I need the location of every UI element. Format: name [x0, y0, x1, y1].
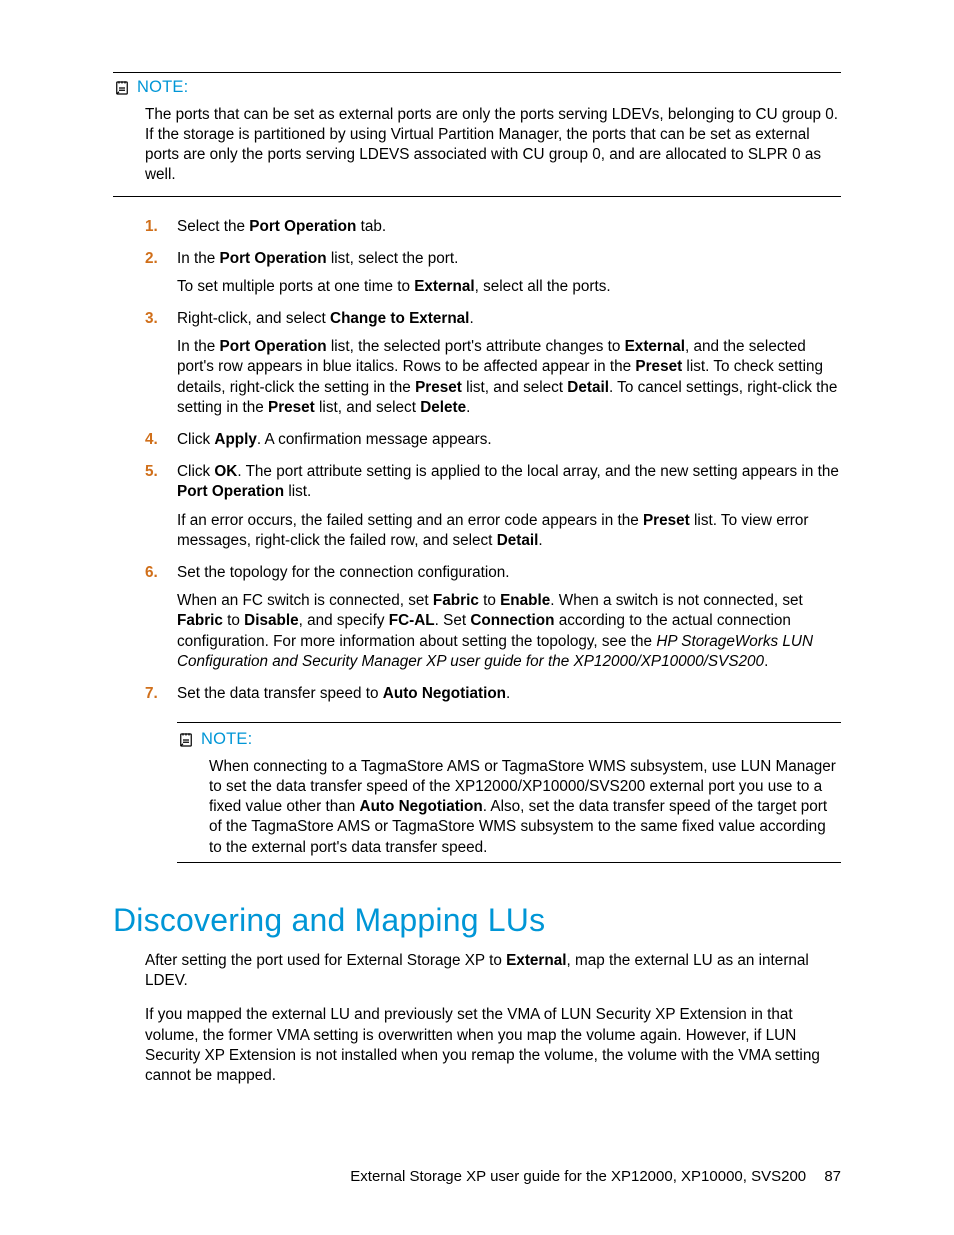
- step-body: Click OK. The port attribute setting is …: [177, 462, 841, 551]
- footer-text: External Storage XP user guide for the X…: [350, 1168, 806, 1185]
- note-body: When connecting to a TagmaStore AMS or T…: [209, 757, 841, 858]
- note-icon: [113, 79, 131, 97]
- step-number: 7.: [145, 684, 177, 704]
- step-paragraph: Set the data transfer speed to Auto Nego…: [177, 684, 841, 704]
- section-paragraph: If you mapped the external LU and previo…: [145, 1005, 841, 1086]
- step-paragraph: Click OK. The port attribute setting is …: [177, 462, 841, 502]
- note-label: NOTE:: [201, 729, 252, 751]
- page-footer: External Storage XP user guide for the X…: [350, 1167, 841, 1187]
- step-body: Set the data transfer speed to Auto Nego…: [177, 684, 841, 704]
- divider: [177, 862, 841, 863]
- note-body: The ports that can be set as external po…: [145, 105, 841, 186]
- step-body: Click Apply. A confirmation message appe…: [177, 430, 841, 450]
- step-item: 5.Click OK. The port attribute setting i…: [113, 462, 841, 551]
- note-label: NOTE:: [137, 77, 188, 99]
- note-text: The ports that can be set as external po…: [145, 105, 841, 186]
- step-body: In the Port Operation list, select the p…: [177, 249, 841, 297]
- divider: [113, 72, 841, 73]
- step-paragraph: In the Port Operation list, the selected…: [177, 337, 841, 418]
- step-paragraph: To set multiple ports at one time to Ext…: [177, 277, 841, 297]
- step-paragraph: Select the Port Operation tab.: [177, 217, 841, 237]
- section-heading: Discovering and Mapping LUs: [113, 899, 841, 941]
- page-number: 87: [824, 1168, 841, 1185]
- step-item: 6.Set the topology for the connection co…: [113, 563, 841, 672]
- step-item: 4.Click Apply. A confirmation message ap…: [113, 430, 841, 450]
- step-number: 6.: [145, 563, 177, 583]
- step-paragraph: If an error occurs, the failed setting a…: [177, 511, 841, 551]
- step-paragraph: In the Port Operation list, select the p…: [177, 249, 841, 269]
- note-text: When connecting to a TagmaStore AMS or T…: [209, 757, 841, 858]
- note-icon: [177, 731, 195, 749]
- step-body: Right-click, and select Change to Extern…: [177, 309, 841, 418]
- step-paragraph: Set the topology for the connection conf…: [177, 563, 841, 583]
- step-number: 2.: [145, 249, 177, 269]
- step-number: 5.: [145, 462, 177, 482]
- step-item: 1.Select the Port Operation tab.: [113, 217, 841, 237]
- divider: [113, 196, 841, 197]
- step-body: Set the topology for the connection conf…: [177, 563, 841, 672]
- section-paragraph: After setting the port used for External…: [145, 951, 841, 991]
- step-paragraph: Right-click, and select Change to Extern…: [177, 309, 841, 329]
- step-item: 3.Right-click, and select Change to Exte…: [113, 309, 841, 418]
- step-number: 3.: [145, 309, 177, 329]
- step-number: 1.: [145, 217, 177, 237]
- note-block: NOTE: When connecting to a TagmaStore AM…: [177, 722, 841, 863]
- steps-list: 1.Select the Port Operation tab.2.In the…: [113, 217, 841, 705]
- step-item: 7.Set the data transfer speed to Auto Ne…: [113, 684, 841, 704]
- step-body: Select the Port Operation tab.: [177, 217, 841, 237]
- divider: [177, 722, 841, 723]
- step-number: 4.: [145, 430, 177, 450]
- step-paragraph: Click Apply. A confirmation message appe…: [177, 430, 841, 450]
- step-paragraph: When an FC switch is connected, set Fabr…: [177, 591, 841, 672]
- note-block: NOTE: The ports that can be set as exter…: [113, 72, 841, 197]
- section-body: After setting the port used for External…: [145, 951, 841, 1086]
- step-item: 2.In the Port Operation list, select the…: [113, 249, 841, 297]
